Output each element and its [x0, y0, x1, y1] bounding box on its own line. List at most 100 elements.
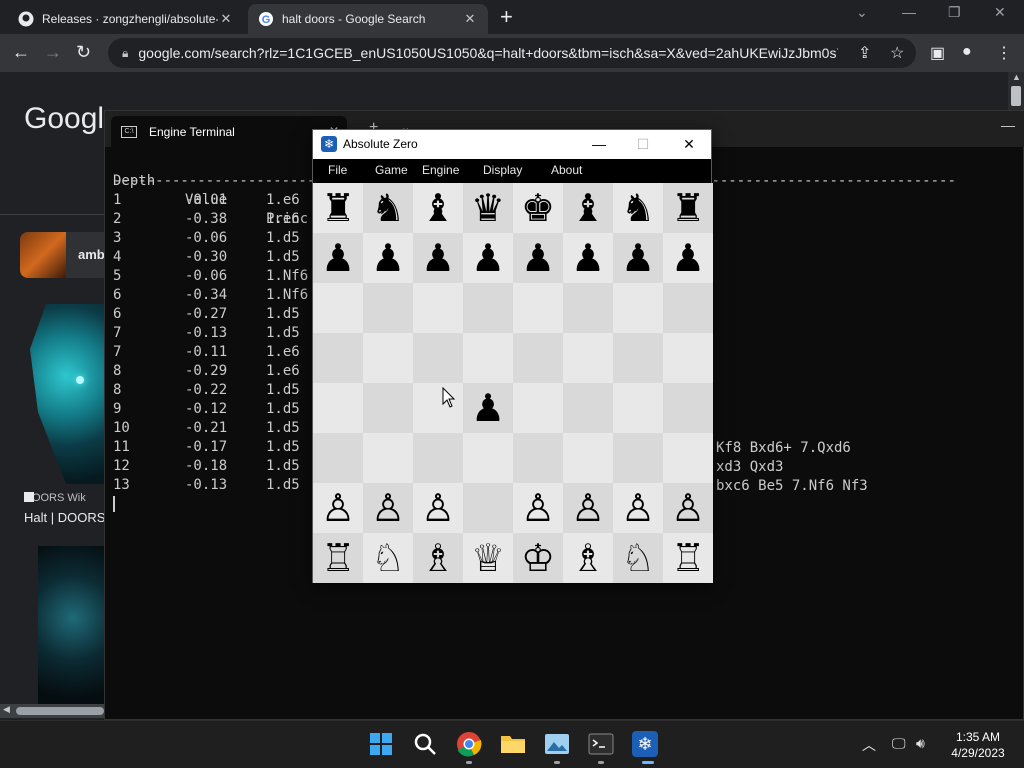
absolute-zero-icon[interactable]: ❄	[632, 731, 658, 757]
close-button[interactable]: ✕	[667, 133, 711, 155]
board-square[interactable]	[513, 383, 563, 433]
board-square[interactable]	[463, 433, 513, 483]
board-square[interactable]: ♙	[313, 483, 363, 533]
board-square[interactable]	[363, 333, 413, 383]
board-square[interactable]	[663, 433, 713, 483]
close-window-icon[interactable]: ✕	[994, 4, 1006, 21]
network-icon[interactable]: 🖵︎	[892, 735, 906, 752]
photos-icon[interactable]	[544, 731, 570, 757]
board-square[interactable]	[613, 333, 663, 383]
board-square[interactable]	[463, 483, 513, 533]
board-square[interactable]: ♜	[663, 183, 713, 233]
tab-search-icon[interactable]: ⌄	[856, 4, 868, 21]
board-square[interactable]	[563, 383, 613, 433]
show-hidden-icons-icon[interactable]: ︿	[862, 735, 876, 755]
menu-game[interactable]: Game	[375, 163, 408, 177]
board-square[interactable]	[513, 283, 563, 333]
board-square[interactable]	[313, 283, 363, 333]
address-bar[interactable]: 🔒︎ google.com/search?rlz=1C1GCEB_enUS105…	[108, 38, 916, 68]
board-square[interactable]	[563, 333, 613, 383]
board-square[interactable]	[413, 433, 463, 483]
lock-icon[interactable]: 🔒︎	[122, 46, 128, 61]
board-square[interactable]	[663, 283, 713, 333]
minimize-icon[interactable]: —	[902, 4, 916, 20]
board-square[interactable]: ♗	[413, 533, 463, 583]
board-square[interactable]: ♛	[463, 183, 513, 233]
board-square[interactable]: ♖	[313, 533, 363, 583]
board-square[interactable]: ♟	[613, 233, 663, 283]
board-square[interactable]: ♕	[463, 533, 513, 583]
tab-releases[interactable]: Releases · zongzhengli/absolute- ✕	[8, 4, 244, 34]
google-logo[interactable]: Googl	[24, 102, 104, 136]
board-square[interactable]: ♘	[613, 533, 663, 583]
board-square[interactable]	[363, 283, 413, 333]
board-square[interactable]	[513, 333, 563, 383]
board-square[interactable]: ♘	[363, 533, 413, 583]
board-square[interactable]: ♚	[513, 183, 563, 233]
board-square[interactable]: ♟	[313, 233, 363, 283]
board-square[interactable]: ♗	[563, 533, 613, 583]
search-icon[interactable]	[412, 731, 438, 757]
board-square[interactable]	[613, 433, 663, 483]
minimize-icon[interactable]: —	[1001, 117, 1015, 133]
board-square[interactable]: ♟	[663, 233, 713, 283]
menu-engine[interactable]: Engine	[422, 163, 459, 177]
board-square[interactable]	[313, 383, 363, 433]
chess-board[interactable]: ♜ ♞ ♝ ♛ ♚ ♝ ♞ ♜ ♟ ♟ ♟ ♟ ♟ ♟ ♟ ♟ ♟ ♙ ♙ ♙ ♙ ♙ ♙ ♙ ♖ ♘ ♗ ♕ ♔ ♗ ♘ ♖	[313, 183, 713, 583]
image-source[interactable]: DOORS Wik	[24, 492, 86, 504]
board-square[interactable]	[363, 383, 413, 433]
board-square[interactable]: ♙	[413, 483, 463, 533]
board-square[interactable]: ♞	[363, 183, 413, 233]
file-explorer-icon[interactable]	[500, 731, 526, 757]
menu-file[interactable]: File	[328, 163, 347, 177]
chrome-icon[interactable]	[456, 731, 482, 757]
new-tab-button[interactable]: +	[500, 6, 513, 28]
maximize-button[interactable]: ☐	[621, 133, 665, 155]
board-square[interactable]	[313, 333, 363, 383]
board-square[interactable]	[513, 433, 563, 483]
board-square[interactable]: ♝	[413, 183, 463, 233]
image-result-2[interactable]	[38, 546, 108, 706]
board-square[interactable]: ♙	[363, 483, 413, 533]
scroll-thumb[interactable]	[16, 707, 104, 715]
board-square[interactable]: ♟	[463, 383, 513, 433]
board-square[interactable]: ♙	[513, 483, 563, 533]
board-square[interactable]: ♖	[663, 533, 713, 583]
terminal-icon[interactable]	[588, 731, 614, 757]
close-icon[interactable]: ✕	[218, 11, 234, 27]
board-square[interactable]	[613, 383, 663, 433]
menu-about[interactable]: About	[551, 163, 582, 177]
profile-icon[interactable]: ●	[962, 43, 972, 61]
board-square[interactable]	[463, 283, 513, 333]
scroll-thumb[interactable]	[1011, 86, 1021, 106]
horizontal-scrollbar[interactable]: ◀	[0, 704, 104, 718]
board-square[interactable]	[363, 433, 413, 483]
forward-icon[interactable]: →	[44, 42, 62, 62]
board-square[interactable]	[413, 283, 463, 333]
share-icon[interactable]: ⇪	[858, 43, 871, 63]
image-title[interactable]: Halt | DOORS	[24, 510, 105, 525]
az-titlebar[interactable]: ❄ Absolute Zero — ☐ ✕	[313, 130, 711, 159]
close-icon[interactable]: ✕	[462, 11, 478, 27]
start-icon[interactable]	[368, 731, 394, 757]
board-square[interactable]: ♟	[463, 233, 513, 283]
board-square[interactable]	[613, 283, 663, 333]
scroll-up-icon[interactable]: ▲	[1012, 72, 1021, 82]
minimize-button[interactable]: —	[577, 133, 621, 155]
board-square[interactable]: ♔	[513, 533, 563, 583]
more-menu-icon[interactable]: ⋮	[996, 43, 1012, 63]
tab-halt-doors[interactable]: G halt doors - Google Search ✕	[248, 4, 488, 34]
menu-display[interactable]: Display	[483, 163, 522, 177]
board-square[interactable]: ♙	[613, 483, 663, 533]
board-square[interactable]: ♟	[563, 233, 613, 283]
board-square[interactable]: ♝	[563, 183, 613, 233]
back-icon[interactable]: ←	[12, 42, 30, 62]
related-search-chip[interactable]: amb	[20, 232, 110, 278]
bookmark-star-icon[interactable]: ☆	[890, 43, 904, 63]
board-square[interactable]	[463, 333, 513, 383]
board-square[interactable]	[313, 433, 363, 483]
board-square[interactable]: ♙	[563, 483, 613, 533]
board-square[interactable]: ♜	[313, 183, 363, 233]
board-square[interactable]	[563, 283, 613, 333]
side-panel-icon[interactable]: ▣	[930, 43, 945, 63]
